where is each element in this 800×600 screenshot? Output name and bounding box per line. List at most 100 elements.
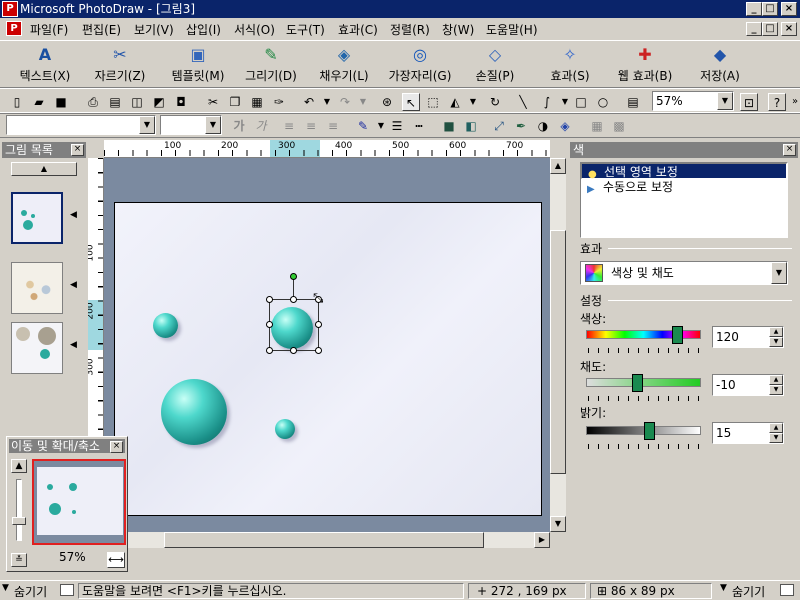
saturation-slider-track[interactable]	[586, 378, 701, 387]
selection-tool-icon[interactable]: ⬚	[424, 93, 442, 111]
resize-icon[interactable]: ⤢	[490, 117, 508, 135]
hue-slider-track[interactable]	[586, 330, 701, 339]
align-left-icon[interactable]: ≡	[280, 117, 298, 135]
fill-dropdown-icon[interactable]: ▼	[464, 93, 482, 111]
menu-insert[interactable]: 삽입(I)	[186, 21, 221, 38]
color-fill-tool-icon[interactable]: ◭	[446, 93, 464, 111]
thumb-menu-arrow[interactable]: ◀	[70, 210, 77, 220]
menu-format[interactable]: 서식(O)	[234, 21, 275, 38]
orb-small-left[interactable]	[153, 313, 178, 338]
hue-input[interactable]: 120 ▲ ▼	[712, 326, 784, 348]
undo-icon[interactable]: ↶	[300, 93, 318, 111]
picture-thumb-1[interactable]	[11, 322, 63, 374]
menu-edit[interactable]: 편집(E)	[82, 21, 121, 38]
camera-icon[interactable]: ◘	[172, 93, 190, 111]
new-icon[interactable]: ▯	[8, 93, 26, 111]
resize-handle-n[interactable]	[290, 296, 297, 303]
rectangle-icon[interactable]: □	[572, 93, 590, 111]
chevron-down-icon[interactable]: ▼	[139, 116, 155, 134]
mode-manual[interactable]: ▶ 수동으로 보정	[581, 179, 787, 195]
chevron-down-icon[interactable]: ▼	[205, 116, 221, 134]
line-icon[interactable]: ╲	[514, 93, 532, 111]
picture-canvas[interactable]: ⤡	[114, 202, 542, 516]
dash-style-icon[interactable]: ┅	[410, 117, 428, 135]
orb-large[interactable]	[161, 379, 227, 445]
align-right-icon[interactable]: ≡	[324, 117, 342, 135]
distort-icon[interactable]: ◈	[556, 117, 574, 135]
spin-down-icon[interactable]: ▼	[769, 433, 783, 443]
orb-tiny[interactable]	[275, 419, 295, 439]
edge-button[interactable]: ◎ 가장자리(G)	[384, 43, 456, 87]
horizontal-scrollbar[interactable]: ◀ ▶	[104, 532, 550, 548]
app-icon[interactable]: P	[2, 1, 18, 17]
navigator-preview[interactable]	[32, 459, 126, 545]
paste-icon[interactable]: ▦	[248, 93, 266, 111]
italic-icon[interactable]: 가	[252, 117, 270, 135]
menu-view[interactable]: 보기(V)	[134, 21, 174, 38]
menu-tools[interactable]: 도구(T)	[286, 21, 325, 38]
hue-slider-thumb[interactable]	[672, 326, 683, 344]
save-button[interactable]: ◆ 저장(A)	[694, 43, 746, 87]
doc-restore-button[interactable]: □	[762, 22, 778, 36]
template-button[interactable]: ▣ 템플릿(M)	[162, 43, 234, 87]
vertical-scrollbar[interactable]: ▲ ▼	[550, 158, 566, 532]
resize-handle-w[interactable]	[266, 321, 273, 328]
spin-down-icon[interactable]: ▼	[769, 385, 783, 395]
maximize-button[interactable]: □	[762, 2, 778, 16]
menu-effects[interactable]: 효과(C)	[338, 21, 378, 38]
menu-help[interactable]: 도움말(H)	[486, 21, 538, 38]
spin-up-icon[interactable]: ▲	[769, 327, 783, 337]
doc-close-button[interactable]: ×	[781, 22, 797, 36]
rotation-handle[interactable]	[290, 273, 297, 280]
bold-icon[interactable]: 가	[230, 117, 248, 135]
fill-button[interactable]: ◈ 채우기(L)	[312, 43, 376, 87]
resize-handle-sw[interactable]	[266, 347, 273, 354]
touchup-button[interactable]: ◇ 손질(P)	[468, 43, 522, 87]
close-icon[interactable]: ×	[783, 144, 796, 156]
saturation-slider-thumb[interactable]	[632, 374, 643, 392]
resize-handle-s[interactable]	[290, 347, 297, 354]
chevron-down-icon[interactable]: ▼	[771, 262, 787, 284]
thumb-menu-arrow[interactable]: ◀	[70, 280, 77, 290]
toolbar-more-icon[interactable]: »	[786, 93, 800, 111]
resize-handle-se[interactable]	[315, 347, 322, 354]
picture-thumb-2[interactable]	[11, 262, 63, 314]
undo-dropdown-icon[interactable]: ▼	[318, 93, 336, 111]
ungroup-icon[interactable]: ▩	[610, 117, 628, 135]
menu-window[interactable]: 창(W)	[442, 21, 474, 38]
shadow-icon[interactable]: ■	[440, 117, 458, 135]
doc-minimize-button[interactable]: _	[746, 22, 762, 36]
scroll-down-icon[interactable]: ▼	[550, 516, 566, 532]
crop-button[interactable]: ✂ 자르기(Z)	[88, 43, 152, 87]
zoom-slider-track[interactable]	[16, 479, 22, 541]
print-preview-icon[interactable]: ▤	[106, 93, 124, 111]
scroll-up-icon[interactable]: ▲	[550, 158, 566, 174]
scroll-right-icon[interactable]: ▶	[534, 532, 550, 548]
close-button[interactable]: ×	[781, 2, 797, 16]
fit-width-icon[interactable]: ⟷	[107, 552, 125, 568]
rotate-icon[interactable]: ↻	[486, 93, 504, 111]
color-correct-icon[interactable]: ◑	[534, 117, 552, 135]
eyedropper-icon[interactable]: ✒	[512, 117, 530, 135]
effect-select[interactable]: 색상 및 채도 ▼	[580, 261, 788, 285]
group-icon[interactable]: ▦	[588, 117, 606, 135]
effects-button[interactable]: ✧ 효과(S)	[544, 43, 596, 87]
close-icon[interactable]: ×	[71, 144, 84, 156]
hyperlink-icon[interactable]: ⊛	[378, 93, 396, 111]
collapse-icon[interactable]: ▼	[720, 583, 727, 593]
redo-dropdown-icon[interactable]: ▼	[354, 93, 372, 111]
correction-mode-list[interactable]: ● 선택 영역 보정 ▶ 수동으로 보정	[580, 162, 788, 238]
minimize-button[interactable]: _	[746, 2, 762, 16]
selection-box[interactable]	[269, 299, 319, 351]
text-tool-icon[interactable]: ▤	[624, 93, 642, 111]
spin-up-icon[interactable]: ▲	[769, 375, 783, 385]
saturation-input[interactable]: -10 ▲ ▼	[712, 374, 784, 396]
resize-handle-nw[interactable]	[266, 296, 273, 303]
3d-icon[interactable]: ◧	[462, 117, 480, 135]
chevron-down-icon[interactable]: ▼	[717, 92, 733, 110]
pointer-icon[interactable]: ↖	[402, 93, 420, 111]
line-color-icon[interactable]: ✎	[354, 117, 372, 135]
scroll-thumb[interactable]	[164, 532, 484, 548]
zoom-reset-icon[interactable]: ≛	[11, 553, 27, 567]
visual-open-icon[interactable]: ◩	[150, 93, 168, 111]
